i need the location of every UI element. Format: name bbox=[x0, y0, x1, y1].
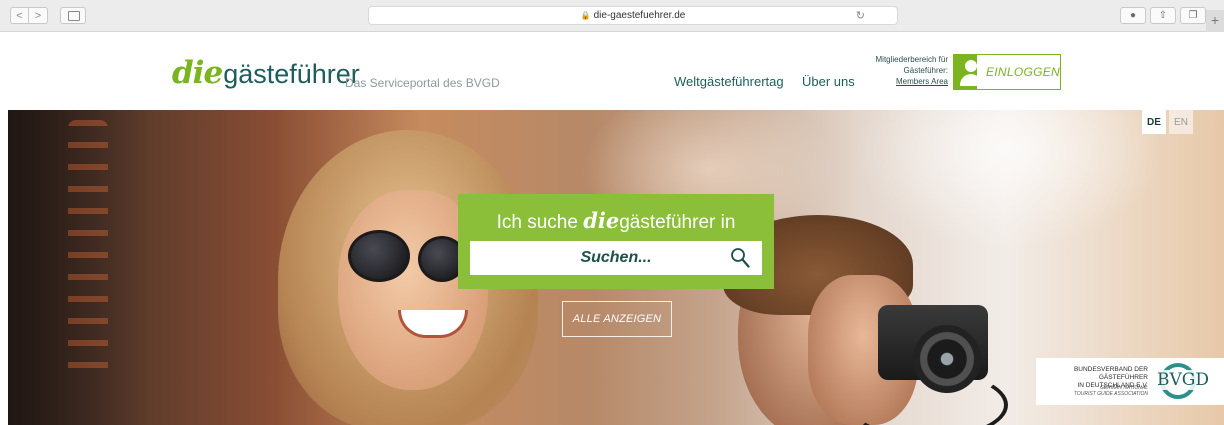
plus-icon: + bbox=[1210, 12, 1220, 28]
search-heading: Ich suche diegästeführer in bbox=[458, 208, 774, 234]
login-label: EINLOGGEN bbox=[985, 65, 1060, 79]
hero-lights bbox=[68, 120, 108, 380]
share-button[interactable]: ⇧ bbox=[1150, 7, 1176, 24]
reload-icon[interactable]: ↻ bbox=[856, 9, 865, 22]
logo-brand-text: gästeführer bbox=[223, 59, 360, 89]
back-button[interactable]: < bbox=[10, 7, 29, 24]
nav-ueber-uns[interactable]: Über uns bbox=[802, 74, 855, 89]
search-icon[interactable] bbox=[730, 247, 750, 269]
tabs-button[interactable]: ❐ bbox=[1180, 7, 1206, 24]
browser-nav-buttons: < > bbox=[10, 7, 48, 24]
bvgd-english: GERMAN NATIONAL TOURIST GUIDE ASSOCIATIO… bbox=[1074, 385, 1148, 397]
search-placeholder: Suchen... bbox=[580, 249, 652, 266]
browser-toolbar: < > 🔒 die-gaestefuehrer.de ↻ ● ⇧ ❐ + bbox=[0, 0, 1224, 32]
search-panel: Ich suche diegästeführer in Suchen... bbox=[458, 194, 774, 289]
tabs-icon: ❐ bbox=[1188, 10, 1198, 21]
hero-banner: DE EN Ich suche diegästeführer in Suchen… bbox=[8, 110, 1224, 425]
download-icon: ● bbox=[1129, 10, 1137, 21]
url-text: die-gaestefuehrer.de bbox=[593, 10, 686, 21]
download-button[interactable]: ● bbox=[1120, 7, 1146, 24]
members-line1: Mitgliederbereich für bbox=[875, 55, 948, 64]
bvgd-logo-text: BVGD bbox=[1156, 370, 1210, 390]
members-area-link[interactable]: Members Area bbox=[858, 76, 948, 87]
lang-de-button[interactable]: DE bbox=[1142, 110, 1166, 134]
sidebar-toggle-button[interactable] bbox=[60, 7, 86, 24]
logo-die-text: die bbox=[172, 55, 223, 91]
lang-en-button[interactable]: EN bbox=[1169, 110, 1193, 134]
show-all-button[interactable]: ALLE ANZEIGEN bbox=[562, 301, 672, 337]
chevron-left-icon: < bbox=[16, 9, 23, 22]
search-prefix: Ich suche bbox=[496, 212, 584, 233]
members-info: Mitgliederbereich für Gästeführer: Membe… bbox=[858, 54, 948, 87]
search-suffix: in bbox=[715, 212, 736, 233]
site-tagline: Das Serviceportal des BVGD bbox=[345, 76, 500, 90]
search-brand: gästeführer bbox=[619, 212, 716, 233]
lock-icon: 🔒 bbox=[580, 11, 591, 20]
login-button[interactable]: EINLOGGEN bbox=[953, 54, 1061, 90]
forward-button[interactable]: > bbox=[29, 7, 48, 24]
search-die: die bbox=[583, 208, 620, 233]
bvgd-line4: TOURIST GUIDE ASSOCIATION bbox=[1073, 391, 1148, 397]
sunglasses-left bbox=[348, 230, 410, 282]
new-tab-button[interactable]: + bbox=[1206, 10, 1224, 32]
nav-weltgaestefuehrertag[interactable]: Weltgästeführertag bbox=[674, 74, 784, 89]
site-logo[interactable]: die gästeführer bbox=[172, 55, 360, 91]
user-icon bbox=[954, 55, 982, 89]
chevron-right-icon: > bbox=[34, 9, 42, 22]
members-line2: Gästeführer: bbox=[903, 66, 948, 75]
search-input[interactable]: Suchen... bbox=[470, 241, 762, 275]
bvgd-line1: BUNDESVERBAND DER GÄSTEFÜHRER bbox=[1073, 366, 1148, 381]
address-bar[interactable]: 🔒 die-gaestefuehrer.de ↻ bbox=[368, 6, 898, 25]
share-icon: ⇧ bbox=[1158, 10, 1168, 21]
bvgd-logo-icon: BVGD bbox=[1154, 362, 1220, 402]
site-header: die gästeführer Das Serviceportal des BVG… bbox=[0, 33, 1224, 110]
bvgd-badge[interactable]: BUNDESVERBAND DER GÄSTEFÜHRER IN DEUTSCH… bbox=[1036, 358, 1224, 405]
